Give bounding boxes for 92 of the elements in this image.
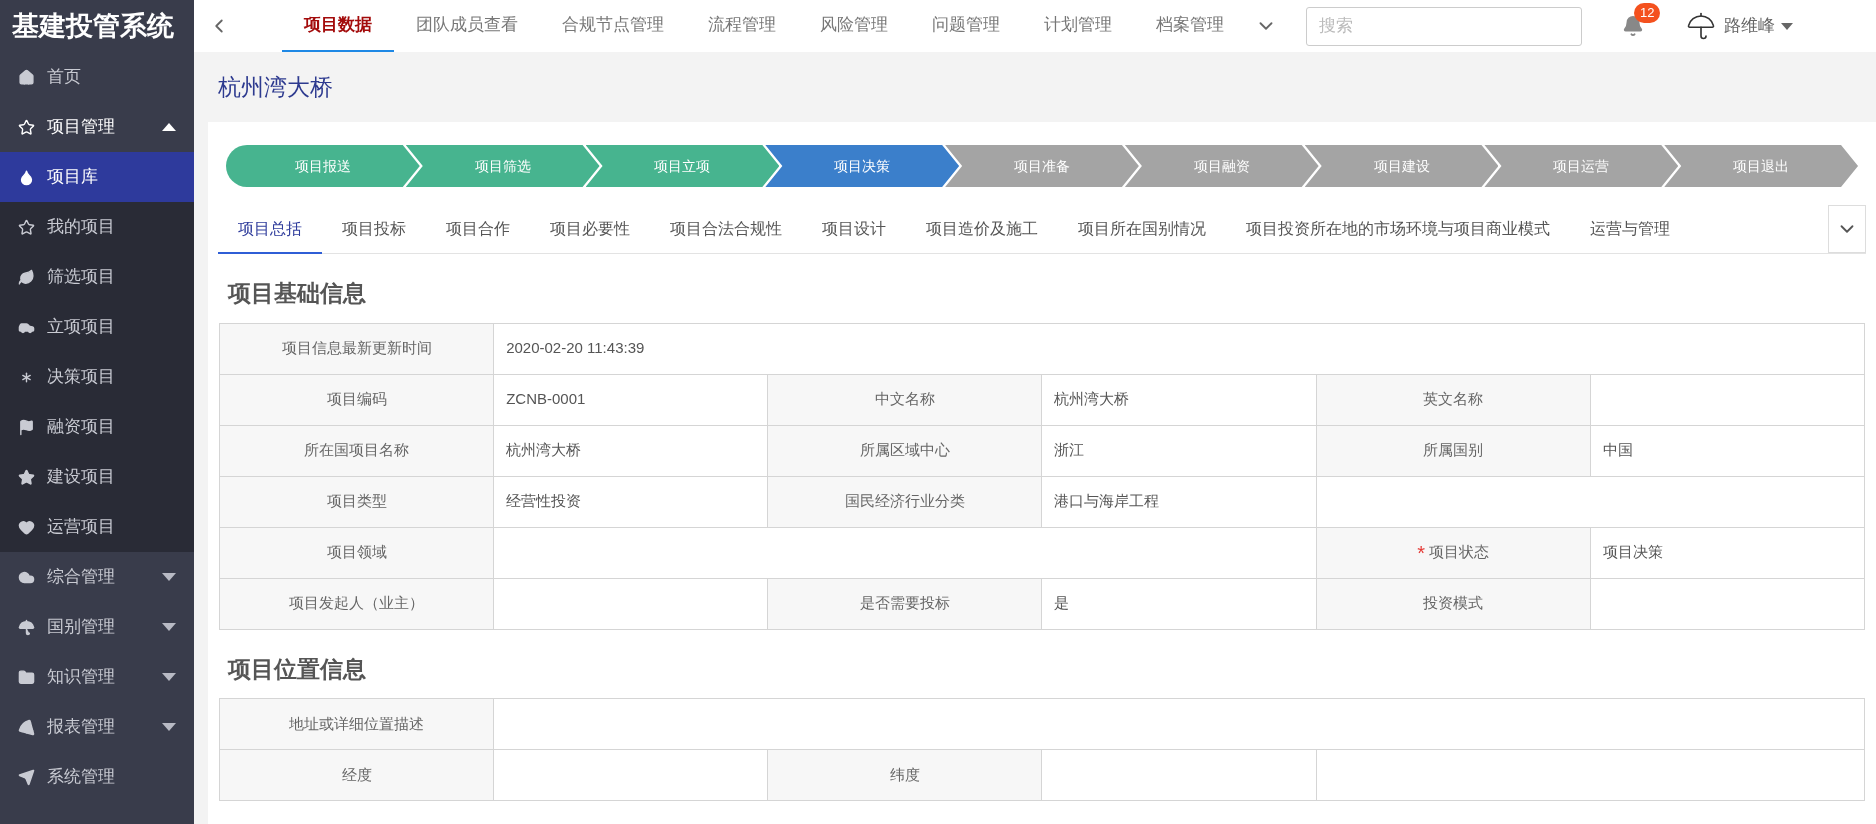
progress-step: 项目准备 [945,145,1139,187]
section-tab[interactable]: 项目投资所在地的市场环境与项目商业模式 [1226,205,1570,254]
sidebar-submenu-item[interactable]: 融资项目 [0,402,194,452]
sidebar-submenu-item[interactable]: 立项项目 [0,302,194,352]
progress-step: 项目退出 [1664,145,1859,187]
sidebar-menu-item[interactable]: 报表管理 [0,702,194,752]
sidebar-submenu-item[interactable]: 筛选项目 [0,252,194,302]
sidebar-menu-item[interactable]: 综合管理 [0,552,194,602]
leaf-icon [18,268,35,286]
progress-step: 项目运营 [1484,145,1679,187]
field-label: 所在国项目名称 [304,440,410,461]
sidebar-submenu-item[interactable]: 运营项目 [0,502,194,552]
section-tab[interactable]: 项目总括 [218,205,322,254]
field-value-cell: ZCNB-0001 [494,374,769,426]
page-title: 杭州湾大桥 [218,72,333,102]
field-label: 项目领域 [326,542,387,563]
folder-icon [18,668,35,686]
notification-badge: 12 [1634,3,1661,23]
field-label: 所属区域中心 [859,440,950,461]
field-label: 项目编码 [326,389,387,410]
top-nav-tab[interactable]: 问题管理 [910,0,1022,52]
paper-plane-icon [18,768,35,786]
field-value-cell: 经营性投资 [494,476,769,528]
section-tab[interactable]: 运营与管理 [1570,205,1690,254]
top-nav-tab[interactable]: 项目数据 [282,0,394,52]
sidebar-menu-item[interactable]: 首页 [0,52,194,102]
field-label: 项目状态 [1429,542,1490,563]
progress-step: 项目筛选 [405,145,600,187]
top-nav-tab[interactable]: 档案管理 [1134,0,1246,52]
field-label: 投资模式 [1423,593,1484,614]
caret-down-icon [1781,22,1793,30]
field-label: 英文名称 [1423,389,1484,410]
field-label: 所属国别 [1423,440,1484,461]
top-nav-tab[interactable]: 计划管理 [1022,0,1134,52]
section-tab[interactable]: 项目设计 [802,205,906,254]
section-tab[interactable]: 项目所在国别情况 [1058,205,1226,254]
sidebar-submenu-item[interactable]: 建设项目 [0,452,194,502]
star-icon [18,468,35,486]
field-label: 项目信息最新更新时间 [281,338,432,359]
umbrella-icon [18,618,35,636]
field-label: 项目发起人（业主） [289,593,425,614]
star-icon [18,118,35,136]
umbrella-icon [1686,11,1716,41]
flag-icon [18,418,35,436]
field-label: 地址或详细位置描述 [289,713,425,734]
section-tab[interactable]: 项目投标 [322,205,426,254]
user-menu-button[interactable]: 路维峰 [1724,13,1793,39]
home-icon [18,68,35,86]
top-nav-tab[interactable]: 团队成员查看 [394,0,540,52]
field-value-cell: 项目决策 [1590,527,1865,579]
section-tab[interactable]: 项目合作 [426,205,530,254]
progress-step: 项目决策 [765,145,960,187]
more-tabs-button[interactable] [1828,205,1866,253]
field-value-cell: 中国 [1590,425,1865,477]
sidebar-submenu-item[interactable]: 我的项目 [0,202,194,252]
progress-step: 项目建设 [1304,145,1499,187]
required-mark: * [1417,542,1426,563]
heart-icon [18,518,35,536]
sidebar-submenu-item[interactable]: 决策项目 [0,352,194,402]
top-nav-tab[interactable]: 合规节点管理 [540,0,686,52]
field-value-cell: 浙江 [1042,425,1317,477]
field-label: 国民经济行业分类 [844,491,965,512]
search-field[interactable]: 搜索 [1306,6,1582,46]
sidebar-menu-item[interactable]: 知识管理 [0,652,194,702]
field-label: 经度 [341,764,372,785]
sidebar-menu-item[interactable]: 系统管理 [0,752,194,802]
section-heading: 项目位置信息 [228,655,366,682]
field-label: 是否需要投标 [859,593,950,614]
bell-icon[interactable] [1622,15,1644,37]
field-value-cell: 港口与海岸工程 [1042,476,1317,528]
field-label: 纬度 [889,764,920,785]
field-value-cell: 是 [1042,578,1317,630]
field-value-cell: 杭州湾大桥 [1042,374,1317,426]
section-tab[interactable]: 项目合法合规性 [650,205,802,254]
progress-step: 项目立项 [585,145,780,187]
sidebar-menu-item[interactable]: 国别管理 [0,602,194,652]
field-label: 项目类型 [326,491,387,512]
sidebar-menu-item[interactable]: 项目管理 [0,102,194,152]
field-value-cell: 杭州湾大桥 [494,425,769,477]
field-label: 中文名称 [874,389,935,410]
field-value-cell: 2020-02-20 11:43:39 [494,323,1865,375]
app-title: 基建投管系统 [12,9,174,43]
section-tab[interactable]: 项目必要性 [530,205,650,254]
sidebar-submenu-item[interactable]: 项目库 [0,152,194,202]
top-nav-tab[interactable]: 风险管理 [798,0,910,52]
progress-step: 项目报送 [226,145,420,187]
section-tab[interactable]: 项目造价及施工 [906,205,1058,254]
top-nav-tab[interactable]: 流程管理 [686,0,798,52]
star-icon [18,218,35,236]
progress-step: 项目融资 [1124,145,1319,187]
droplet-icon [18,168,35,186]
section-heading: 项目基础信息 [228,280,366,306]
